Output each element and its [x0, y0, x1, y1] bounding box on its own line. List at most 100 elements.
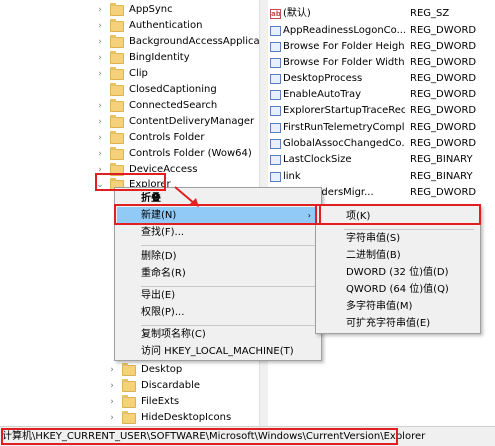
path-highlight-box — [1, 428, 398, 445]
value-type: REG_DWORD — [410, 73, 477, 84]
menu-item-label: 访问 HKEY_LOCAL_MACHINE(T) — [141, 346, 294, 357]
folder-icon — [122, 394, 136, 408]
submenu-item-string-value[interactable]: 字符串值(S) — [318, 230, 478, 247]
menu-item-label: QWORD (64 位)值(Q) — [346, 284, 449, 295]
folder-icon — [110, 2, 124, 16]
tree-item[interactable]: › Authentication — [95, 18, 202, 34]
tree-item-label: Discardable — [141, 380, 201, 391]
expand-chevron-icon[interactable]: › — [95, 98, 105, 114]
tree-item-label: BingIdentity — [129, 52, 190, 63]
menu-item-label: 删除(D) — [141, 251, 177, 262]
tree-item[interactable]: ClosedCaptioning — [95, 82, 217, 98]
value-row[interactable]: EnableAutoTray REG_DWORD — [268, 87, 495, 103]
expand-chevron-icon[interactable]: › — [95, 66, 105, 82]
new-item-highlight-box — [114, 204, 321, 225]
menu-item-delete[interactable]: 删除(D) — [117, 248, 319, 265]
menu-item-find[interactable]: 查找(F)... — [117, 224, 319, 241]
tree-item[interactable]: › HideDesktopIcons — [107, 410, 231, 426]
submenu-item-binary-value[interactable]: 二进制值(B) — [318, 247, 478, 264]
tree-item-label: Controls Folder — [129, 132, 205, 143]
menu-item-goto-hklm[interactable]: 访问 HKEY_LOCAL_MACHINE(T) — [117, 343, 319, 360]
folder-icon — [110, 18, 124, 32]
expand-chevron-icon[interactable]: › — [95, 18, 105, 34]
value-name: Browse For Folder Height — [283, 41, 405, 52]
value-name: FirstRunTelemetryComple... — [283, 122, 405, 133]
expand-chevron-icon[interactable]: › — [107, 362, 117, 378]
folder-icon — [122, 410, 136, 424]
value-type: REG_DWORD — [410, 25, 477, 36]
value-row[interactable]: link REG_BINARY — [268, 169, 495, 185]
value-row[interactable]: FirstRunTelemetryComple... REG_DWORD — [268, 120, 495, 136]
dword-value-icon — [270, 90, 281, 100]
expand-chevron-icon[interactable]: › — [107, 378, 117, 394]
string-value-icon: ab — [270, 9, 281, 19]
status-bar: 计算机\HKEY_CURRENT_USER\SOFTWARE\Microsoft… — [0, 426, 495, 446]
value-row[interactable]: GlobalAssocChangedCo... REG_DWORD — [268, 136, 495, 152]
key-item-highlight-box — [315, 204, 481, 225]
tree-item-label: AppSync — [129, 4, 173, 15]
value-row[interactable]: AppReadinessLogonCo... REG_DWORD — [268, 23, 495, 39]
binary-value-icon — [270, 155, 281, 165]
tree-item[interactable]: › ContentDeliveryManager — [95, 114, 254, 130]
expand-chevron-icon[interactable]: › — [95, 2, 105, 18]
value-type: REG_BINARY — [410, 154, 473, 165]
menu-item-permissions[interactable]: 权限(P)... — [117, 304, 319, 321]
expand-chevron-icon[interactable]: › — [95, 34, 105, 50]
expand-chevron-icon[interactable]: › — [95, 50, 105, 66]
submenu-item-dword-value[interactable]: DWORD (32 位)值(D) — [318, 264, 478, 281]
value-type: REG_DWORD — [410, 138, 477, 149]
tree-item[interactable]: › Discardable — [107, 378, 200, 394]
expand-chevron-icon[interactable]: › — [107, 394, 117, 410]
tree-item[interactable]: › Controls Folder — [95, 130, 204, 146]
value-row[interactable]: Browse For Folder Height REG_DWORD — [268, 39, 495, 55]
tree-item-label: HideDesktopIcons — [141, 412, 232, 423]
tree-item-label: FileExts — [141, 396, 180, 407]
folder-icon — [110, 82, 124, 96]
value-row[interactable]: ExplorerStartupTraceRec... REG_DWORD — [268, 103, 495, 119]
tree-item[interactable]: › Desktop — [107, 362, 182, 378]
menu-item-rename[interactable]: 重命名(R) — [117, 265, 319, 282]
submenu-item-multi-string-value[interactable]: 多字符串值(M) — [318, 298, 478, 315]
tree-item[interactable]: › FileExts — [107, 394, 179, 410]
folder-icon — [122, 362, 136, 376]
value-type: REG_DWORD — [410, 89, 477, 100]
menu-item-label: 导出(E) — [141, 290, 176, 301]
menu-item-label: 权限(P)... — [141, 307, 185, 318]
submenu-item-expandable-string-value[interactable]: 可扩充字符串值(E) — [318, 315, 478, 332]
dword-value-icon — [270, 123, 281, 133]
expand-chevron-icon[interactable]: › — [95, 146, 105, 162]
value-type: REG_DWORD — [410, 57, 477, 68]
expand-chevron-icon[interactable]: › — [107, 410, 117, 426]
value-type: REG_DWORD — [410, 41, 477, 52]
value-row[interactable]: LastClockSize REG_BINARY — [268, 152, 495, 168]
tree-item[interactable]: › Controls Folder (Wow64) — [95, 146, 252, 162]
tree-item[interactable]: › ConnectedSearch — [95, 98, 217, 114]
menu-item-label: 可扩充字符串值(E) — [346, 318, 431, 329]
value-row[interactable]: Browse For Folder Width REG_DWORD — [268, 55, 495, 71]
menu-item-label: 折叠 — [141, 193, 161, 204]
folder-icon — [110, 130, 124, 144]
folder-icon — [110, 66, 124, 80]
tree-item[interactable]: › Clip — [95, 66, 148, 82]
tree-item-label: ContentDeliveryManager — [129, 116, 255, 127]
tree-item[interactable]: › BackgroundAccessApplicat — [95, 34, 259, 50]
folder-icon — [110, 98, 124, 112]
value-row[interactable]: DesktopProcess REG_DWORD — [268, 71, 495, 87]
value-name: GlobalAssocChangedCo... — [283, 138, 405, 149]
submenu-item-qword-value[interactable]: QWORD (64 位)值(Q) — [318, 281, 478, 298]
value-name: ExplorerStartupTraceRec... — [283, 105, 405, 116]
value-name: (默认) — [283, 8, 311, 19]
tree-item[interactable]: › AppSync — [95, 2, 173, 18]
expand-chevron-icon[interactable]: › — [95, 114, 105, 130]
value-name: AppReadinessLogonCo... — [283, 25, 405, 36]
menu-item-label: 字符串值(S) — [346, 233, 401, 244]
expand-chevron-icon[interactable]: › — [95, 130, 105, 146]
tree-item-label: BackgroundAccessApplicat — [129, 36, 259, 47]
tree-item[interactable]: › BingIdentity — [95, 50, 190, 66]
value-name: Browse For Folder Width — [283, 57, 405, 68]
folder-icon — [122, 378, 136, 392]
value-row[interactable]: ab (默认) REG_SZ — [268, 6, 495, 22]
menu-item-copy-key-name[interactable]: 复制项名称(C) — [117, 326, 319, 343]
menu-item-export[interactable]: 导出(E) — [117, 287, 319, 304]
dword-value-icon — [270, 42, 281, 52]
